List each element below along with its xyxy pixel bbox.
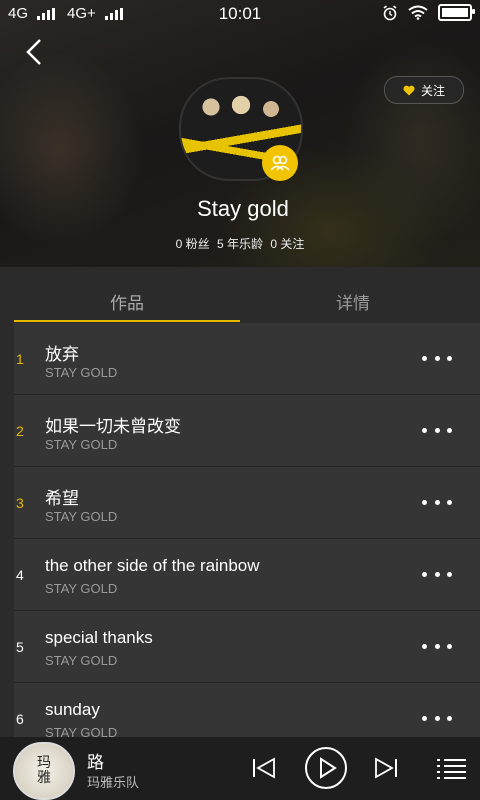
song-number: 6	[16, 711, 24, 727]
song-title: special thanks	[45, 628, 153, 647]
now-playing-artist: 玛雅乐队	[87, 775, 140, 790]
heart-icon	[403, 85, 415, 95]
battery-icon	[438, 4, 475, 21]
tab-works[interactable]: 作品	[14, 289, 240, 314]
song-row[interactable]: 3 希望 STAY GOLD	[14, 467, 480, 539]
song-number: 2	[16, 423, 24, 439]
tab-details[interactable]: 详情	[240, 289, 466, 314]
artist-name: Stay gold	[197, 196, 289, 221]
play-icon[interactable]	[304, 746, 348, 790]
more-options-icon[interactable]	[422, 708, 452, 728]
more-options-icon[interactable]	[422, 636, 452, 656]
wifi-icon	[408, 5, 428, 20]
previous-icon[interactable]	[252, 757, 276, 779]
more-options-icon[interactable]	[422, 420, 452, 440]
song-number: 1	[16, 351, 24, 367]
album-cover[interactable]: 玛雅	[13, 742, 75, 800]
following-count: 0 关注	[270, 237, 305, 251]
band-badge-icon	[262, 145, 298, 181]
album-cover-text: 玛雅	[37, 755, 51, 786]
active-tab-indicator	[14, 320, 240, 322]
song-number: 3	[16, 495, 24, 511]
more-options-icon[interactable]	[422, 492, 452, 512]
mini-player[interactable]: 玛雅 路 玛雅乐队	[0, 737, 480, 800]
artist-header: 关注 Stay gold 0 粉丝 5 年乐龄 0 关注	[0, 0, 480, 267]
song-artist: STAY GOLD	[45, 437, 118, 452]
song-title: sunday	[45, 700, 100, 719]
back-arrow-icon[interactable]	[22, 36, 48, 68]
tab-bar: 作品 详情	[0, 267, 480, 323]
follow-button[interactable]: 关注	[384, 76, 464, 104]
song-artist: STAY GOLD	[45, 509, 118, 524]
now-playing-title: 路	[87, 753, 104, 772]
song-title: the other side of the rainbow	[45, 556, 260, 575]
song-row[interactable]: 2 如果一切未曾改变 STAY GOLD	[14, 395, 480, 467]
song-artist: STAY GOLD	[45, 581, 118, 596]
song-number: 4	[16, 567, 24, 583]
alarm-icon	[383, 4, 397, 20]
follow-label: 关注	[420, 83, 445, 98]
playlist-icon[interactable]	[435, 758, 467, 780]
fans-count: 0 粉丝	[175, 237, 210, 251]
song-artist: STAY GOLD	[45, 653, 118, 668]
more-options-icon[interactable]	[422, 564, 452, 584]
song-row[interactable]: 1 放弃 STAY GOLD	[14, 323, 480, 395]
artist-stats: 0 粉丝 5 年乐龄 0 关注	[0, 235, 480, 252]
years-active: 5 年乐龄	[216, 237, 263, 251]
next-icon[interactable]	[374, 757, 398, 779]
song-title: 放弃	[45, 345, 79, 364]
status-bar: 4G 4G+ 10:01	[0, 0, 480, 28]
song-row[interactable]: 5 special thanks STAY GOLD	[14, 611, 480, 683]
song-title: 如果一切未曾改变	[45, 417, 181, 436]
song-list: 1 放弃 STAY GOLD 2 如果一切未曾改变 STAY GOLD 3 希望…	[14, 323, 480, 755]
song-title: 希望	[45, 489, 79, 508]
more-options-icon[interactable]	[422, 348, 452, 368]
song-artist: STAY GOLD	[45, 365, 118, 380]
song-row[interactable]: 4 the other side of the rainbow STAY GOL…	[14, 539, 480, 611]
song-number: 5	[16, 639, 24, 655]
